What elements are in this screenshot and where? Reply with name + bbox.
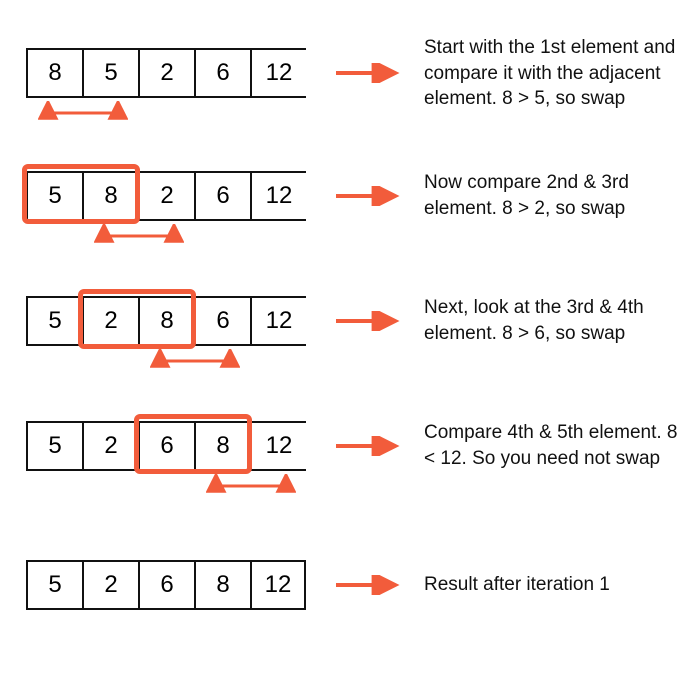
array-cell: 6 [194, 171, 250, 221]
bubble-sort-diagram: 8 5 2 6 12 Start with the 1st element an… [0, 0, 700, 675]
array-cell: 2 [138, 171, 194, 221]
array-cell: 5 [26, 421, 82, 471]
swap-arrow-icon [94, 224, 184, 246]
array-cell: 12 [250, 171, 306, 221]
arrow-right-icon [334, 575, 404, 595]
arrow-right-icon [334, 63, 404, 83]
array-cells: 5 2 6 8 12 [26, 560, 306, 610]
array-cell: 2 [138, 48, 194, 98]
array-cell: 6 [138, 560, 194, 610]
array-cell: 2 [82, 560, 138, 610]
array-cell: 8 [138, 296, 194, 346]
swap-arrow-icon [38, 101, 128, 123]
arrow-right-icon [334, 186, 404, 206]
array-cell: 8 [194, 421, 250, 471]
step-caption: Compare 4th & 5th element. 8 < 12. So yo… [424, 420, 680, 471]
array-cell: 6 [194, 48, 250, 98]
step-caption: Now compare 2nd & 3rd element. 8 > 2, so… [424, 170, 680, 221]
step-caption: Result after iteration 1 [424, 572, 680, 598]
array-cell: 8 [26, 48, 82, 98]
step-row: 5 2 8 6 12 Next, look at the 3rd & 4th e… [26, 295, 680, 346]
array-cell: 2 [82, 421, 138, 471]
array-cells: 5 2 6 8 12 [26, 421, 306, 471]
array-cell: 12 [250, 560, 306, 610]
array-cell: 12 [250, 48, 306, 98]
swap-arrow-icon [150, 349, 240, 371]
array-cell: 6 [138, 421, 194, 471]
array-cell: 12 [250, 421, 306, 471]
array-cell: 5 [26, 171, 82, 221]
array-cell: 8 [194, 560, 250, 610]
step-row: 5 2 6 8 12 Result after iteration 1 [26, 560, 680, 610]
array-cell: 5 [82, 48, 138, 98]
array-cells: 8 5 2 6 12 [26, 48, 306, 98]
array-cell: 8 [82, 171, 138, 221]
step-caption: Start with the 1st element and compare i… [424, 35, 680, 112]
array-cell: 5 [26, 296, 82, 346]
array-cell: 2 [82, 296, 138, 346]
array-cell: 5 [26, 560, 82, 610]
array-cell: 6 [194, 296, 250, 346]
step-caption: Next, look at the 3rd & 4th element. 8 >… [424, 295, 680, 346]
array-cells: 5 8 2 6 12 [26, 171, 306, 221]
swap-arrow-icon [206, 474, 296, 496]
array-cells: 5 2 8 6 12 [26, 296, 306, 346]
step-row: 8 5 2 6 12 Start with the 1st element an… [26, 35, 680, 112]
step-row: 5 2 6 8 12 Compare 4th & 5th element. 8 … [26, 420, 680, 471]
step-row: 5 8 2 6 12 Now compare 2nd & 3rd element… [26, 170, 680, 221]
arrow-right-icon [334, 311, 404, 331]
arrow-right-icon [334, 436, 404, 456]
array-cell: 12 [250, 296, 306, 346]
